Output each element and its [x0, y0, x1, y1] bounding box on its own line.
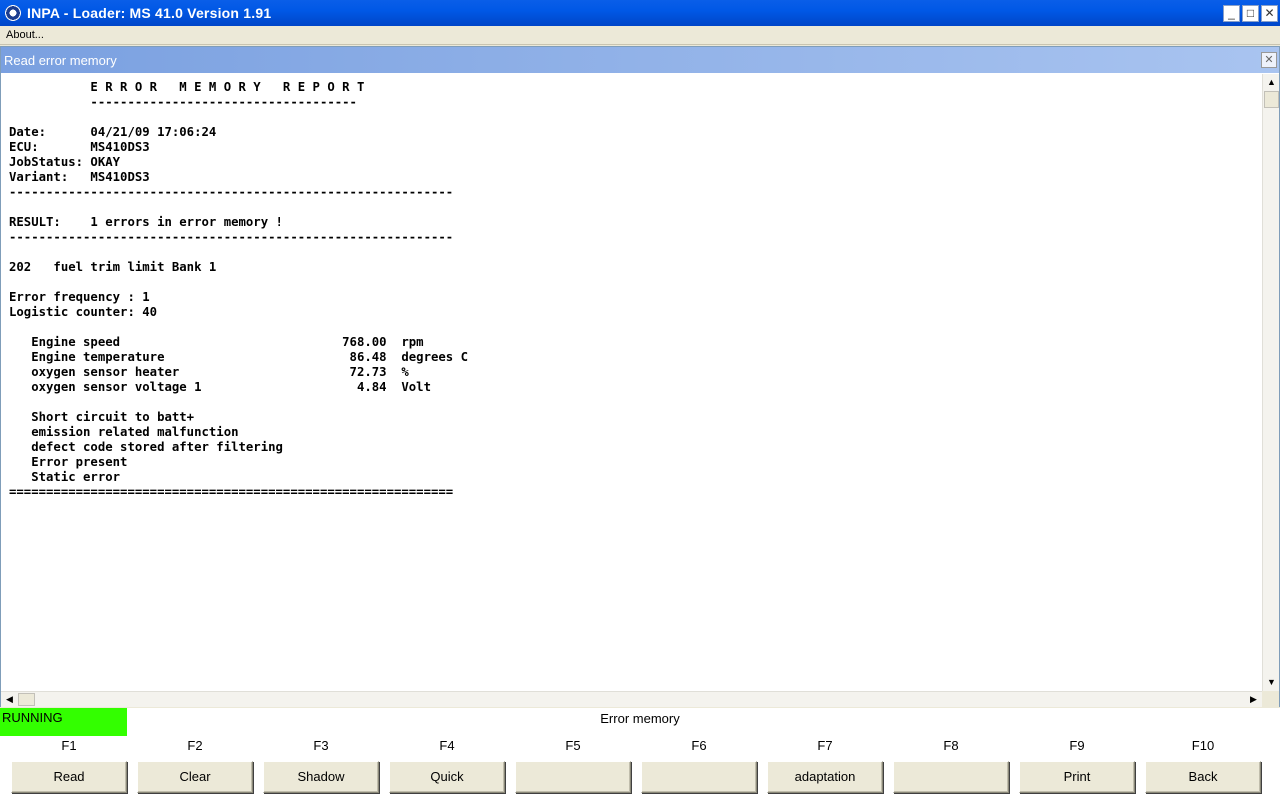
read-error-memory-window: Read error memory ✕ E R R O R M E M O R …	[0, 46, 1280, 707]
report-line	[9, 320, 1262, 335]
fkey-button-f8[interactable]	[893, 761, 1009, 793]
fkey-button-f9[interactable]: Print	[1019, 761, 1135, 793]
report-line	[9, 200, 1262, 215]
fkey-button-f4[interactable]: Quick	[389, 761, 505, 793]
vertical-scrollbar[interactable]: ▲ ▼	[1262, 74, 1279, 691]
report-line: defect code stored after filtering	[9, 440, 283, 454]
report-line	[9, 245, 1262, 260]
report-line: ----------------------------------------…	[9, 185, 454, 199]
vertical-scroll-thumb[interactable]	[1264, 91, 1279, 108]
report-line: Error present	[9, 455, 128, 469]
maximize-button[interactable]: □	[1242, 4, 1259, 22]
fkey-f2: F2 Clear	[137, 736, 253, 800]
fkey-label: F3	[313, 738, 329, 753]
status-label: Error memory	[600, 711, 680, 726]
scroll-up-icon[interactable]: ▲	[1263, 74, 1280, 91]
fkey-f3: F3 Shadow	[263, 736, 379, 800]
scroll-down-icon[interactable]: ▼	[1263, 674, 1280, 691]
report-line: ----------------------------------------…	[9, 230, 454, 244]
report-text-area[interactable]: E R R O R M E M O R Y R E P O R T ------…	[1, 74, 1262, 691]
menu-bar: About...	[0, 26, 1280, 45]
report-line: Short circuit to batt+	[9, 410, 195, 424]
report-line	[9, 110, 1262, 125]
child-close-button[interactable]: ✕	[1261, 52, 1277, 68]
fkey-label: F5	[565, 738, 581, 753]
fkey-f8: F8	[893, 736, 1009, 800]
running-status-badge: RUNNING	[0, 708, 127, 736]
status-row: Error memory RUNNING	[0, 708, 1280, 736]
report-line: E R R O R M E M O R Y R E P O R T	[9, 80, 365, 94]
fkey-label: F1	[61, 738, 77, 753]
fkey-f5: F5	[515, 736, 631, 800]
menu-about[interactable]: About...	[0, 29, 44, 41]
fkey-button-f1[interactable]: Read	[11, 761, 127, 793]
fkey-f4: F4 Quick	[389, 736, 505, 800]
window-title: INPA - Loader: MS 41.0 Version 1.91	[27, 5, 272, 21]
fkey-f10: F10 Back	[1145, 736, 1261, 800]
report-line: Static error	[9, 470, 121, 484]
report-line: Engine speed 768.00 rpm	[9, 335, 424, 349]
scroll-right-icon[interactable]: ▶	[1245, 692, 1262, 707]
fkey-f1: F1 Read	[11, 736, 127, 800]
fkey-f7: F7 adaptation	[767, 736, 883, 800]
close-button[interactable]: ✕	[1261, 4, 1278, 22]
report-line: RESULT: 1 errors in error memory !	[9, 215, 283, 229]
fkey-label: F6	[691, 738, 707, 753]
function-key-bar: F1 Read F2 Clear F3 Shadow F4 Quick F5 F6 F7 adapta…	[0, 736, 1280, 800]
horizontal-scrollbar[interactable]: ◀ ▶	[1, 691, 1262, 707]
report-line: Date: 04/21/09 17:06:24	[9, 125, 217, 139]
report-line	[9, 275, 1262, 290]
report-line: oxygen sensor heater 72.73 %	[9, 365, 409, 379]
fkey-label: F2	[187, 738, 203, 753]
fkey-button-f6[interactable]	[641, 761, 757, 793]
report-line: Variant: MS410DS3	[9, 170, 150, 184]
fkey-button-f3[interactable]: Shadow	[263, 761, 379, 793]
fkey-label: F4	[439, 738, 455, 753]
fkey-button-f10[interactable]: Back	[1145, 761, 1261, 793]
fkey-button-f2[interactable]: Clear	[137, 761, 253, 793]
report-line: JobStatus: OKAY	[9, 155, 121, 169]
bmw-logo-icon	[5, 5, 21, 21]
title-bar: INPA - Loader: MS 41.0 Version 1.91 _ □ …	[0, 0, 1280, 26]
horizontal-scroll-thumb[interactable]	[18, 693, 35, 706]
error-memory-report: E R R O R M E M O R Y R E P O R T ------…	[1, 74, 1262, 500]
fkey-label: F7	[817, 738, 833, 753]
fkey-label: F8	[943, 738, 959, 753]
report-line: ========================================…	[9, 485, 454, 499]
child-window-title: Read error memory	[4, 52, 117, 68]
report-line: oxygen sensor voltage 1 4.84 Volt	[9, 380, 431, 394]
report-line: Logistic counter: 40	[9, 305, 158, 319]
scroll-corner	[1262, 691, 1279, 707]
fkey-f6: F6	[641, 736, 757, 800]
scroll-left-icon[interactable]: ◀	[1, 692, 18, 707]
report-line	[9, 395, 1262, 410]
minimize-button[interactable]: _	[1223, 4, 1240, 22]
fkey-f9: F9 Print	[1019, 736, 1135, 800]
report-line: ECU: MS410DS3	[9, 140, 150, 154]
child-window-title-bar: Read error memory ✕	[1, 47, 1279, 73]
fkey-label: F10	[1191, 738, 1215, 753]
report-line: ------------------------------------	[9, 95, 357, 109]
report-line: Error frequency : 1	[9, 290, 150, 304]
report-line: Engine temperature 86.48 degrees C	[9, 350, 469, 364]
fkey-button-f5[interactable]	[515, 761, 631, 793]
report-line: 202 fuel trim limit Bank 1	[9, 260, 217, 274]
report-line: emission related malfunction	[9, 425, 239, 439]
fkey-label: F9	[1069, 738, 1085, 753]
fkey-button-f7[interactable]: adaptation	[767, 761, 883, 793]
